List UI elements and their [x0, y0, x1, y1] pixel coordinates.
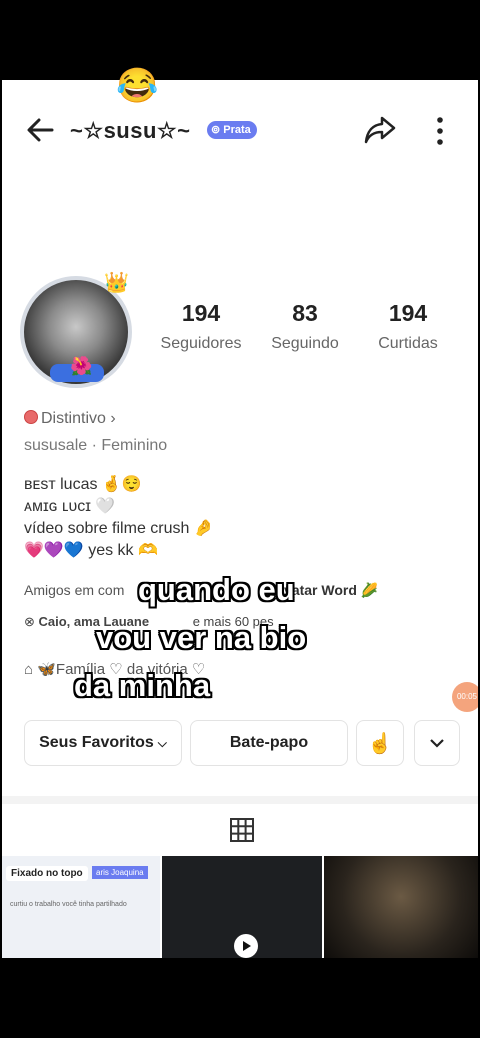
followers-label: Seguidores [160, 335, 242, 352]
floating-bubble[interactable]: 00:05 [452, 682, 478, 712]
caption-line-1: quando eu [138, 572, 295, 607]
likes-count: 194 [388, 300, 428, 326]
post-thumbnail-video[interactable] [162, 856, 322, 958]
chat-label: Bate-papo [229, 734, 309, 751]
stat-following[interactable]: 83 Seguindo [250, 300, 360, 353]
share-icon[interactable] [362, 112, 398, 148]
badge-label: Prata [223, 124, 251, 136]
distintivo-icon [24, 410, 38, 424]
laughing-emoji: 😂 [116, 67, 159, 105]
distintivo-link[interactable]: Distintivo › [24, 410, 116, 428]
rank-badge[interactable]: ⊚ Prata [207, 121, 257, 139]
grid-icon[interactable] [230, 818, 254, 842]
hand-icon: ☝ [367, 732, 393, 755]
play-icon [234, 934, 258, 958]
chat-button[interactable]: Bate-papo [190, 720, 348, 766]
caption-line-2: vou ver na bio [96, 620, 307, 655]
header-bar: ~☆susu☆~ ⊚ Prata [2, 110, 478, 154]
profile-title: ~☆susu☆~ [70, 118, 191, 143]
post-notice: curtiu o trabalho você tinha partilhado [10, 901, 127, 908]
family-icon: ⌂ [24, 661, 38, 678]
following-count: 83 [292, 300, 318, 326]
favorites-label: Seus Favoritos [39, 734, 154, 751]
more-options-icon[interactable] [430, 114, 450, 148]
profile-screen: ~☆susu☆~ ⊚ Prata 👑 🌺 194 Seguidores 83 S… [2, 80, 478, 958]
bio-line-4: 💗💜💙 yes kk 🫶 [24, 542, 158, 559]
caption-line-3: da minha [74, 668, 211, 703]
chevron-down-icon [430, 739, 444, 748]
chevron-down-icon: ⌵ [157, 735, 167, 750]
following-label: Seguindo [271, 335, 339, 352]
floating-bubble-label: 00:05 [456, 692, 478, 701]
bio-line-3: vídeo sobre filme crush 🤌 [24, 520, 214, 537]
likes-label: Curtidas [378, 335, 438, 352]
friends-text: Amigos em com [24, 582, 125, 598]
flower-icon: 🌺 [70, 356, 93, 376]
pinned-label: Fixado no topo [6, 866, 88, 881]
distintivo-label: Distintivo [41, 410, 106, 427]
friends-avatars-icon: ⊗ [24, 614, 39, 629]
back-arrow-icon[interactable] [22, 112, 58, 148]
bio-line-2: ᴀᴍɪɢ ʟᴜᴄɪ 🤍 [24, 498, 116, 515]
crown-icon: 👑 [104, 272, 129, 294]
post-thumbnail-pinned[interactable]: Fixado no topo aris Joaquina curtiu o tr… [2, 856, 160, 958]
profile-meta: sususale · Feminino [24, 437, 168, 454]
section-divider [2, 796, 478, 804]
pinned-tag: aris Joaquina [92, 866, 148, 879]
expand-button[interactable] [414, 720, 460, 766]
badge-icon: ⊚ [211, 124, 224, 136]
avatar[interactable]: 👑 🌺 [20, 272, 132, 388]
hand-button[interactable]: ☝ [356, 720, 404, 766]
stat-likes[interactable]: 194 Curtidas [353, 300, 463, 353]
bio-line-1: ʙᴇsᴛ lucas 🤞😌 [24, 476, 142, 493]
post-thumbnail-photo[interactable] [324, 856, 478, 958]
stat-followers[interactable]: 194 Seguidores [146, 300, 256, 353]
favorites-button[interactable]: Seus Favoritos ⌵ [24, 720, 182, 766]
followers-count: 194 [181, 300, 221, 326]
chevron-right-icon: › [105, 410, 116, 427]
